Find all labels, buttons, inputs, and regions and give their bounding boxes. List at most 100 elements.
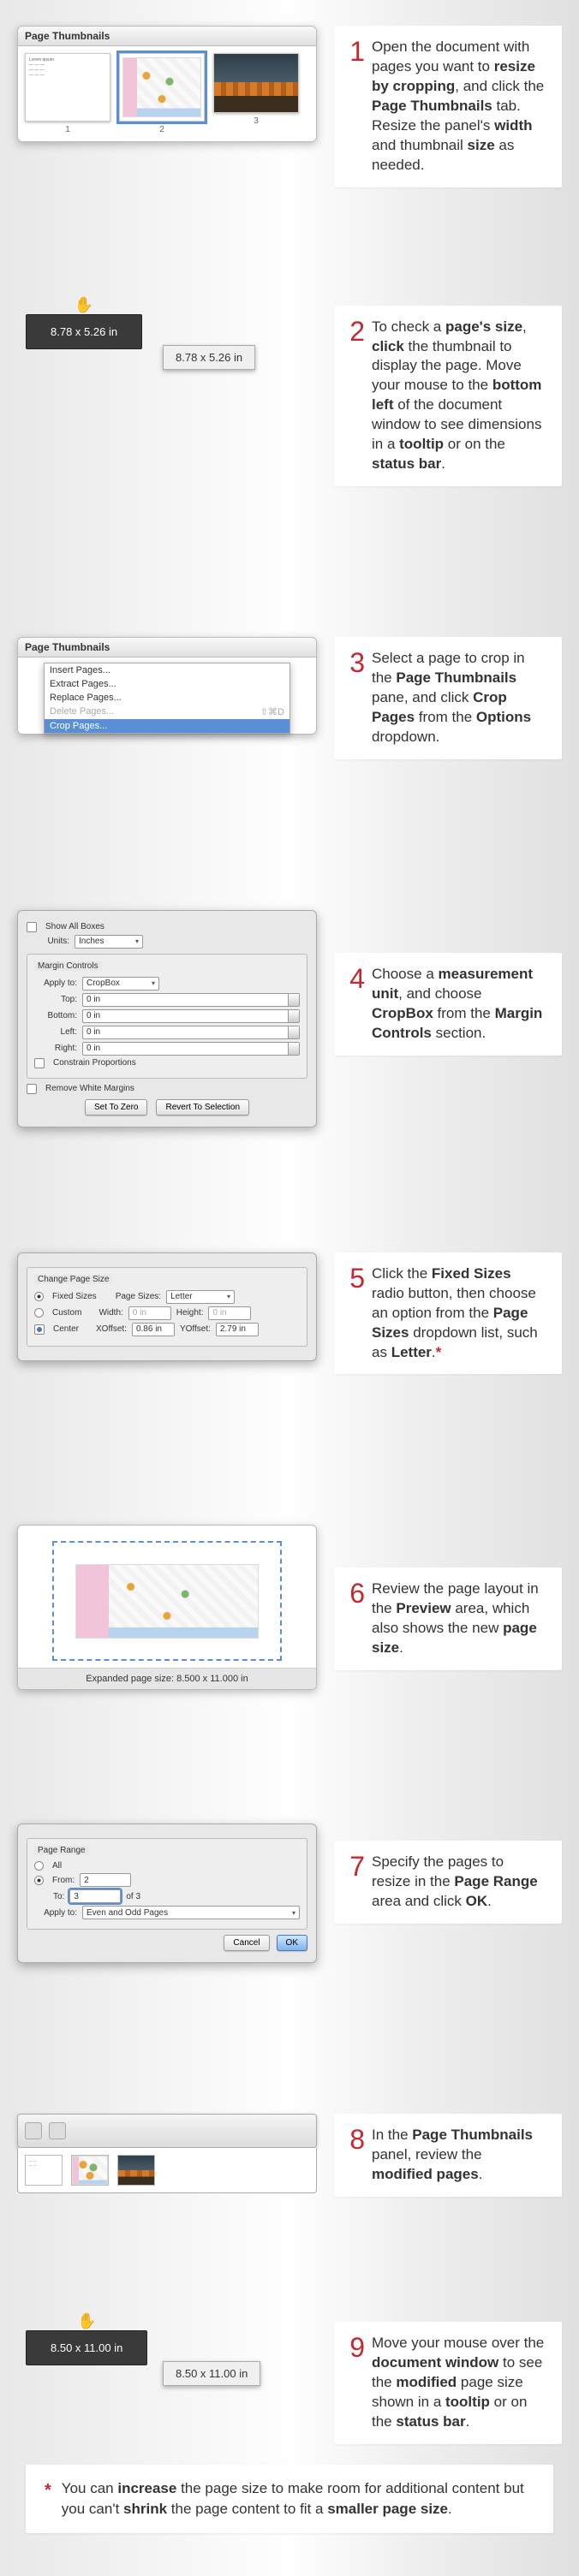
left-label: Left:	[34, 1027, 77, 1037]
hand-cursor-icon: ✋	[75, 296, 93, 314]
step-3: 3 Select a page to crop in the Page Thum…	[334, 637, 562, 759]
step-body: To check a page's size, click the thumbn…	[372, 318, 546, 475]
bottom-input[interactable]: 0 in	[82, 1009, 300, 1023]
step-number: 7	[343, 1853, 365, 1880]
yoffset-label: YOffset:	[180, 1324, 211, 1334]
apply-to-label: Apply to:	[34, 979, 77, 988]
mini-thumbnail[interactable]: — —— —	[25, 2155, 63, 2186]
thumbnail-2[interactable]	[119, 53, 205, 122]
step-number: 4	[343, 965, 365, 992]
step-body: Open the document with pages you want to…	[372, 38, 546, 176]
to-input[interactable]: 3	[69, 1889, 121, 1903]
from-radio[interactable]	[34, 1876, 44, 1885]
from-input[interactable]: 2	[80, 1873, 131, 1887]
height-label: Height:	[176, 1308, 204, 1318]
cancel-button[interactable]: Cancel	[224, 1935, 269, 1951]
page-range-group: Page Range	[34, 1846, 89, 1855]
mini-thumbnail[interactable]	[117, 2155, 155, 2186]
bottom-label: Bottom:	[34, 1011, 77, 1020]
status-bar-size: 8.78 x 5.26 in	[163, 345, 255, 370]
right-input[interactable]: 0 in	[82, 1042, 300, 1056]
yoffset-input[interactable]: 2.79 in	[216, 1323, 259, 1336]
step-2: 2 To check a page's size, click the thum…	[334, 306, 562, 487]
units-label: Units:	[27, 937, 69, 946]
ok-button[interactable]: OK	[277, 1935, 307, 1951]
page-sizes-label: Page Sizes:	[116, 1292, 161, 1301]
step-8: 8 In the Page Thumbnails panel, review t…	[334, 2114, 562, 2197]
step-number: 1	[343, 38, 365, 65]
height-input[interactable]: 0 in	[208, 1306, 251, 1320]
menu-insert-pages[interactable]: Insert Pages...	[45, 663, 290, 677]
custom-radio[interactable]	[34, 1308, 44, 1318]
change-page-size-dialog: Change Page Size Fixed Sizes Page Sizes:…	[17, 1252, 317, 1361]
top-input[interactable]: 0 in	[82, 993, 300, 1007]
mini-thumbnail[interactable]	[71, 2155, 109, 2186]
menu-extract-pages[interactable]: Extract Pages...	[45, 677, 290, 691]
footnote: * You can increase the page size to make…	[26, 2465, 553, 2533]
thumbnail-1[interactable]: Lorem ipsum— — —— — —— — —	[25, 53, 110, 122]
step-body: Choose a measurement unit, and choose Cr…	[372, 965, 546, 1044]
units-select[interactable]: Inches	[75, 935, 143, 949]
show-all-label: Show All Boxes	[45, 922, 104, 931]
preview-panel: Expanded page size: 8.500 x 11.000 in	[17, 1525, 317, 1690]
step-number: 9	[343, 2334, 365, 2361]
set-to-zero-button[interactable]: Set To Zero	[85, 1099, 148, 1115]
show-all-boxes-checkbox[interactable]	[27, 922, 37, 932]
page-sizes-select[interactable]: Letter	[166, 1290, 235, 1304]
change-page-size-group: Change Page Size	[34, 1275, 112, 1284]
custom-label: Custom	[52, 1308, 81, 1318]
center-checkbox[interactable]	[34, 1324, 45, 1335]
size-tooltip: ✋ 8.78 x 5.26 in	[26, 314, 142, 349]
apply-to-select[interactable]: CropBox	[82, 977, 159, 991]
left-input[interactable]: 0 in	[82, 1026, 300, 1039]
footnote-mark: *	[45, 2478, 51, 2519]
thumbnail-label: 2	[119, 125, 205, 134]
all-radio[interactable]	[34, 1861, 44, 1871]
size-tooltip: ✋ 8.50 x 11.00 in	[26, 2330, 147, 2365]
to-label: To:	[53, 1892, 64, 1901]
width-label: Width:	[98, 1308, 122, 1318]
from-label: From:	[52, 1876, 75, 1885]
remove-margins-checkbox[interactable]	[27, 1084, 37, 1094]
menu-crop-pages[interactable]: Crop Pages...	[45, 719, 290, 733]
panel-title: Page Thumbnails	[18, 638, 316, 657]
footnote-body: You can increase the page size to make r…	[62, 2478, 534, 2519]
fixed-sizes-label: Fixed Sizes	[52, 1292, 97, 1301]
width-input[interactable]: 0 in	[128, 1306, 171, 1320]
thumbnails-toolbar	[17, 2114, 317, 2148]
step-body: Move your mouse over the document window…	[372, 2334, 546, 2432]
step-number: 5	[343, 1264, 365, 1292]
all-label: All	[52, 1861, 62, 1871]
hand-cursor-icon: ✋	[77, 2312, 96, 2330]
step-4: 4 Choose a measurement unit, and choose …	[334, 953, 562, 1056]
step-body: In the Page Thumbnails panel, review the…	[372, 2126, 546, 2185]
fixed-sizes-radio[interactable]	[34, 1292, 44, 1301]
remove-margins-label: Remove White Margins	[45, 1084, 134, 1093]
crop-dialog-margin: Show All Boxes Units:Inches Margin Contr…	[17, 910, 317, 1127]
status-bar-size: 8.50 x 11.00 in	[163, 2361, 260, 2386]
step-number: 3	[343, 649, 365, 676]
thumbnail-3[interactable]	[213, 53, 299, 113]
preview-caption: Expanded page size: 8.500 x 11.000 in	[18, 1668, 316, 1689]
constrain-label: Constrain Proportions	[53, 1058, 136, 1068]
apply-to-select[interactable]: Even and Odd Pages	[82, 1906, 300, 1919]
step-body: Specify the pages to resize in the Page …	[372, 1853, 546, 1912]
thumbnail-label: 3	[213, 116, 299, 126]
menu-replace-pages[interactable]: Replace Pages...	[45, 691, 290, 705]
menu-delete-pages: Delete Pages...⇧⌘D	[45, 705, 290, 719]
page-thumbnails-panel-menu: Page Thumbnails Insert Pages... Extract …	[17, 637, 317, 735]
page-range-dialog: Page Range All From: 2 To: 3 of 3 Apply …	[17, 1823, 317, 1963]
constrain-checkbox[interactable]	[34, 1058, 45, 1068]
of-label: of 3	[126, 1892, 140, 1901]
thumbnail-label: 1	[25, 125, 110, 134]
center-label: Center	[53, 1324, 79, 1334]
page-thumbnails-panel: Page Thumbnails Lorem ipsum— — —— — —— —…	[17, 26, 317, 142]
tool-icon[interactable]	[49, 2122, 66, 2139]
xoffset-label: XOffset:	[96, 1324, 127, 1334]
step-body: Click the Fixed Sizes radio button, then…	[372, 1264, 546, 1363]
xoffset-input[interactable]: 0.86 in	[132, 1323, 175, 1336]
revert-button[interactable]: Revert To Selection	[156, 1099, 249, 1115]
apply-to-label: Apply to:	[34, 1908, 77, 1918]
top-label: Top:	[34, 995, 77, 1004]
tool-icon[interactable]	[25, 2122, 42, 2139]
